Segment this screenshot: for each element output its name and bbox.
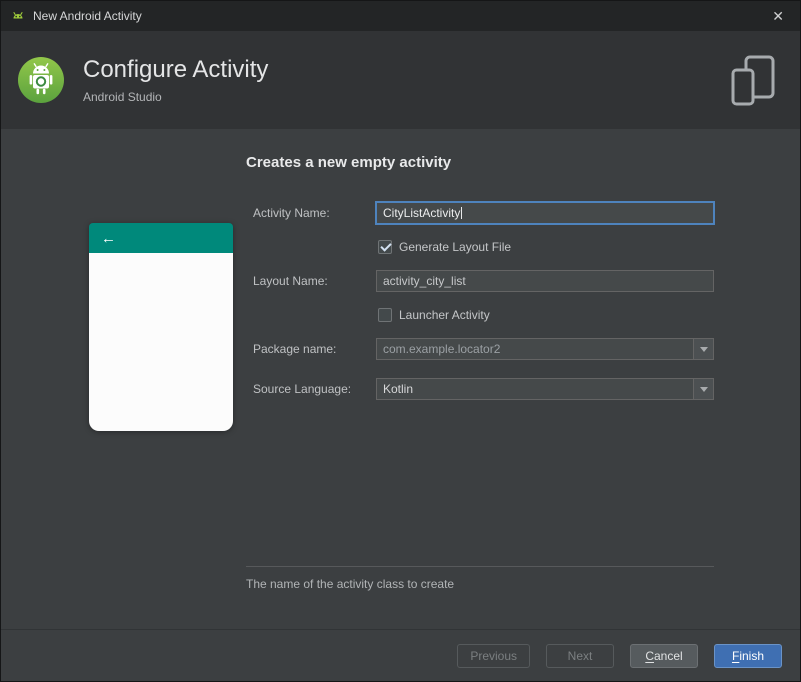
- wizard-header: Configure Activity Android Studio: [1, 31, 800, 129]
- layout-name-label: Layout Name:: [253, 274, 328, 288]
- activity-name-label: Activity Name:: [253, 206, 330, 220]
- source-language-dropdown-button[interactable]: [693, 379, 713, 399]
- generate-layout-checkbox[interactable]: [378, 240, 392, 254]
- next-button[interactable]: Next: [546, 643, 614, 668]
- wizard-title: Configure Activity: [83, 56, 269, 83]
- wizard-subtitle: Android Studio: [83, 90, 162, 104]
- source-language-combobox[interactable]: Kotlin: [376, 378, 714, 400]
- wizard-content: ← Creates a new empty activity Activity …: [1, 129, 800, 629]
- titlebar: New Android Activity ✕: [1, 1, 800, 31]
- package-name-value[interactable]: com.example.locator2: [377, 339, 693, 359]
- layout-name-input[interactable]: activity_city_list: [376, 270, 714, 292]
- activity-preview: ←: [89, 223, 233, 431]
- form-heading: Creates a new empty activity: [246, 154, 452, 171]
- activity-name-input[interactable]: CityListActivity: [376, 202, 714, 224]
- previous-button[interactable]: Previous: [457, 643, 530, 668]
- field-hint: The name of the activity class to create: [246, 577, 455, 591]
- package-name-combobox[interactable]: com.example.locator2: [376, 338, 714, 360]
- chevron-down-icon: [699, 346, 708, 352]
- chevron-down-icon: [699, 386, 708, 392]
- finish-button[interactable]: Finish: [714, 643, 782, 668]
- back-arrow-icon: ←: [101, 229, 116, 247]
- launcher-activity-label: Launcher Activity: [399, 308, 490, 322]
- preview-body: [89, 253, 233, 431]
- button-bar: Previous Next Cancel Finish: [1, 629, 800, 681]
- form-separator: [246, 566, 714, 567]
- generate-layout-label: Generate Layout File: [399, 240, 512, 254]
- launcher-activity-checkbox-row[interactable]: Launcher Activity: [378, 308, 490, 322]
- launcher-activity-checkbox[interactable]: [378, 308, 392, 322]
- source-language-label: Source Language:: [253, 382, 352, 396]
- activity-name-value: CityListActivity: [383, 206, 461, 220]
- text-caret: [461, 207, 463, 219]
- package-name-dropdown-button[interactable]: [693, 339, 713, 359]
- wizard-header-text: Configure Activity Android Studio: [83, 56, 268, 104]
- window-title: New Android Activity: [33, 9, 142, 23]
- android-icon: [13, 12, 23, 19]
- preview-appbar: ←: [89, 223, 233, 253]
- source-language-value[interactable]: Kotlin: [377, 379, 693, 399]
- close-button[interactable]: ✕: [768, 7, 788, 25]
- package-name-label: Package name:: [253, 342, 337, 356]
- android-studio-logo-icon: [18, 57, 64, 103]
- devices-icon: [731, 55, 775, 106]
- generate-layout-checkbox-row[interactable]: Generate Layout File: [378, 240, 511, 254]
- cancel-button[interactable]: Cancel: [630, 643, 698, 668]
- new-android-activity-dialog: New Android Activity ✕ Configure Activit…: [0, 0, 801, 682]
- layout-name-value: activity_city_list: [383, 274, 466, 288]
